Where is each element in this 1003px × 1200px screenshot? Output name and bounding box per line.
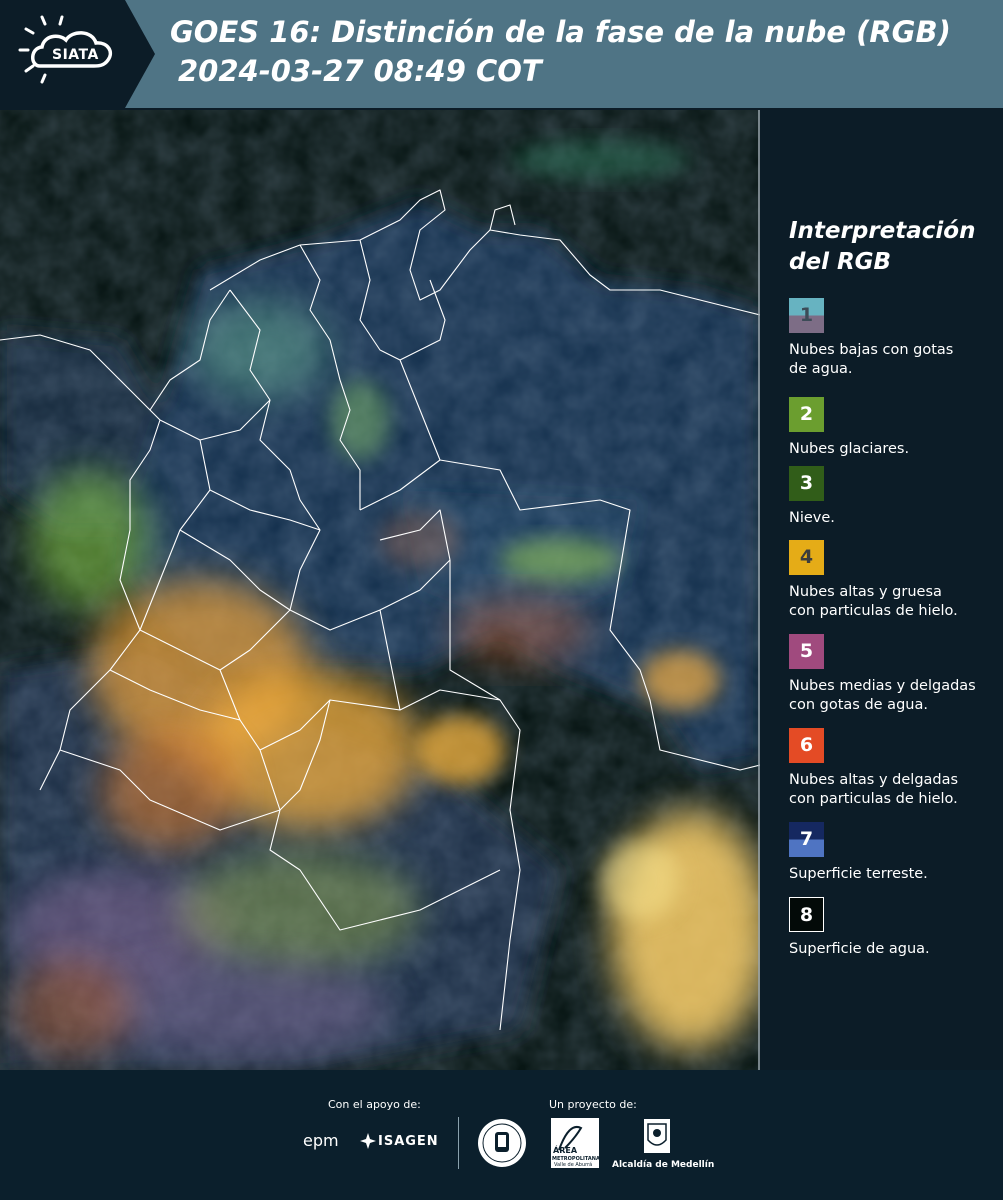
legend-label: Superficie terreste. — [789, 865, 999, 884]
legend-item-8: 8 Superficie de agua. — [789, 897, 999, 959]
legend-label: Nieve. — [789, 509, 999, 528]
legend-number: 2 — [799, 403, 814, 425]
medellin-shield-icon — [644, 1119, 670, 1153]
legend-label: Nubes medias y delgadas con gotas de agua… — [789, 677, 999, 715]
legend-label-line2: con particulas de hielo. — [789, 791, 958, 807]
university-seal-icon — [478, 1119, 526, 1167]
area-metropolitana-text: ÁREA — [553, 1146, 578, 1155]
legend-number: 6 — [799, 734, 814, 756]
legend-label: Nubes altas y gruesa con particulas de hi… — [789, 583, 999, 621]
epm-logo: epm — [303, 1131, 339, 1150]
legend-swatch: 3 — [789, 466, 824, 501]
support-label: Con el apoyo de: — [328, 1098, 421, 1111]
legend-label-line2: de agua. — [789, 361, 853, 377]
legend-panel: Interpretación del RGB 1 Nubes bajas con … — [775, 110, 1003, 1070]
legend-number: 1 — [799, 304, 814, 326]
legend-label: Nubes altas y delgadas con particulas de … — [789, 771, 999, 809]
legend-label: Superficie de agua. — [789, 940, 999, 959]
legend-swatch: 7 — [789, 822, 824, 857]
legend-label-line1: Nubes altas y delgadas — [789, 772, 959, 788]
legend-label-line1: Nubes medias y delgadas — [789, 678, 976, 694]
legend-number: 8 — [799, 904, 814, 926]
legend-label: Nubes glaciares. — [789, 440, 999, 459]
legend-label-line2: con gotas de agua. — [789, 697, 928, 713]
legend-swatch: 5 — [789, 634, 824, 669]
legend-item-3: 3 Nieve. — [789, 466, 999, 528]
footer: Con el apoyo de: Un proyecto de: epm ISA… — [0, 1070, 1003, 1200]
siata-logo-text: SIATA — [52, 47, 99, 63]
legend-label: Nubes bajas con gotas de agua. — [789, 341, 999, 379]
legend-swatch: 6 — [789, 728, 824, 763]
legend-label-line2: con particulas de hielo. — [789, 603, 958, 619]
isagen-icon — [360, 1133, 376, 1149]
legend-label-line1: Nubes altas y gruesa — [789, 584, 942, 600]
legend-swatch: 1 — [789, 298, 824, 333]
legend-label-line1: Nieve. — [789, 510, 835, 526]
footer-divider — [458, 1117, 459, 1169]
project-label: Un proyecto de: — [549, 1098, 637, 1111]
legend-number: 5 — [799, 640, 814, 662]
legend-swatch: 2 — [789, 397, 824, 432]
page-title: GOES 16: Distinción de la fase de la nub… — [170, 15, 951, 49]
legend-swatch: 4 — [789, 540, 824, 575]
header-banner: SIATA GOES 16: Distinción de la fase de … — [0, 0, 1003, 108]
legend-number: 7 — [799, 828, 814, 850]
legend-number: 4 — [799, 546, 814, 568]
page-timestamp: 2024-03-27 08:49 COT — [178, 54, 542, 88]
legend-number: 3 — [799, 472, 814, 494]
legend-label-line1: Superficie de agua. — [789, 941, 930, 957]
siata-logo: SIATA — [0, 0, 155, 108]
legend-label-line1: Nubes glaciares. — [789, 441, 910, 457]
legend-item-5: 5 Nubes medias y delgadas con gotas de agu… — [789, 634, 999, 715]
legend-swatch: 8 — [789, 897, 824, 932]
area-metropolitana-subtext2: Valle de Aburrá — [554, 1162, 593, 1168]
legend-title: Interpretación del RGB — [789, 218, 976, 275]
legend-item-1: 1 Nubes bajas con gotas de agua. — [789, 298, 999, 379]
legend-label-line1: Nubes bajas con gotas — [789, 342, 954, 358]
isagen-logo: ISAGEN — [378, 1134, 439, 1149]
legend-item-4: 4 Nubes altas y gruesa con particulas de h… — [789, 540, 999, 621]
satellite-map — [0, 110, 760, 1070]
legend-label-line1: Superficie terreste. — [789, 866, 928, 882]
legend-item-7: 7 Superficie terreste. — [789, 822, 999, 884]
alcaldia-medellin-text: Alcaldía de Medellín — [612, 1160, 715, 1170]
legend-item-2: 2 Nubes glaciares. — [789, 397, 999, 459]
legend-item-6: 6 Nubes altas y delgadas con particulas de… — [789, 728, 999, 809]
